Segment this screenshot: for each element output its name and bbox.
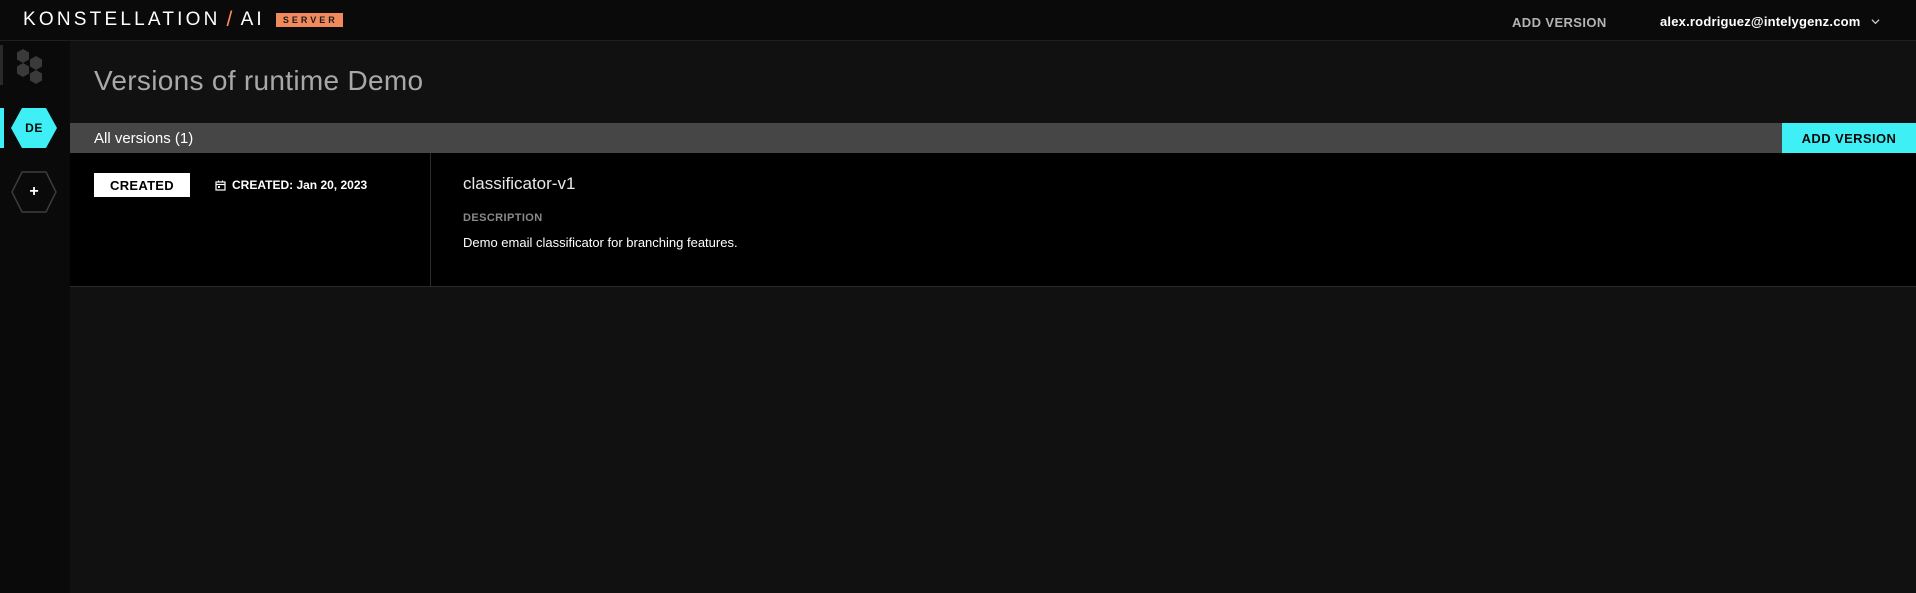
- user-email: alex.rodriguez@intelygenz.com: [1660, 14, 1861, 29]
- sidebar: DE +: [0, 41, 70, 593]
- server-badge: SERVER: [275, 13, 343, 27]
- user-menu[interactable]: alex.rodriguez@intelygenz.com: [1660, 14, 1880, 29]
- runtime-initials: DE: [25, 121, 43, 135]
- logo-text: KONSTELLATION: [23, 9, 221, 30]
- created-date-text: CREATED: Jan 20, 2023: [232, 178, 368, 192]
- version-name[interactable]: classificator-v1: [463, 174, 575, 194]
- add-runtime-button[interactable]: +: [11, 170, 57, 214]
- hexagons-icon: [17, 49, 42, 84]
- versions-section-header: All versions (1) ADD VERSION: [70, 123, 1916, 153]
- logo-text-ai: AI: [240, 9, 265, 30]
- versions-count-title: All versions (1): [94, 130, 194, 147]
- sidebar-home[interactable]: [0, 43, 70, 85]
- plus-icon: +: [29, 183, 39, 200]
- main-content: Versions of runtime Demo All versions (1…: [70, 41, 1916, 593]
- logo-slash: /: [226, 8, 236, 31]
- active-indicator: [0, 108, 4, 148]
- version-card[interactable]: CREATED CREATED: Jan 20, 2023 classifica…: [70, 153, 1916, 287]
- app-logo[interactable]: KONSTELLATION / AI SERVER: [23, 8, 343, 31]
- calendar-icon: [215, 180, 226, 191]
- page-title: Versions of runtime Demo: [94, 65, 424, 96]
- version-card-meta: CREATED CREATED: Jan 20, 2023: [70, 153, 431, 287]
- header-add-version-button[interactable]: ADD VERSION: [1512, 15, 1607, 30]
- add-version-button[interactable]: ADD VERSION: [1782, 123, 1916, 153]
- description-label: DESCRIPTION: [463, 212, 543, 224]
- description-text: Demo email classificator for branching f…: [463, 235, 738, 250]
- chevron-down-icon: [1870, 19, 1880, 25]
- created-date: CREATED: Jan 20, 2023: [215, 178, 367, 192]
- top-bar: KONSTELLATION / AI SERVER ADD VERSION al…: [0, 0, 1916, 41]
- sidebar-home-indicator: [0, 45, 3, 85]
- sidebar-item-demo-runtime[interactable]: DE: [0, 106, 70, 150]
- status-badge: CREATED: [94, 173, 190, 197]
